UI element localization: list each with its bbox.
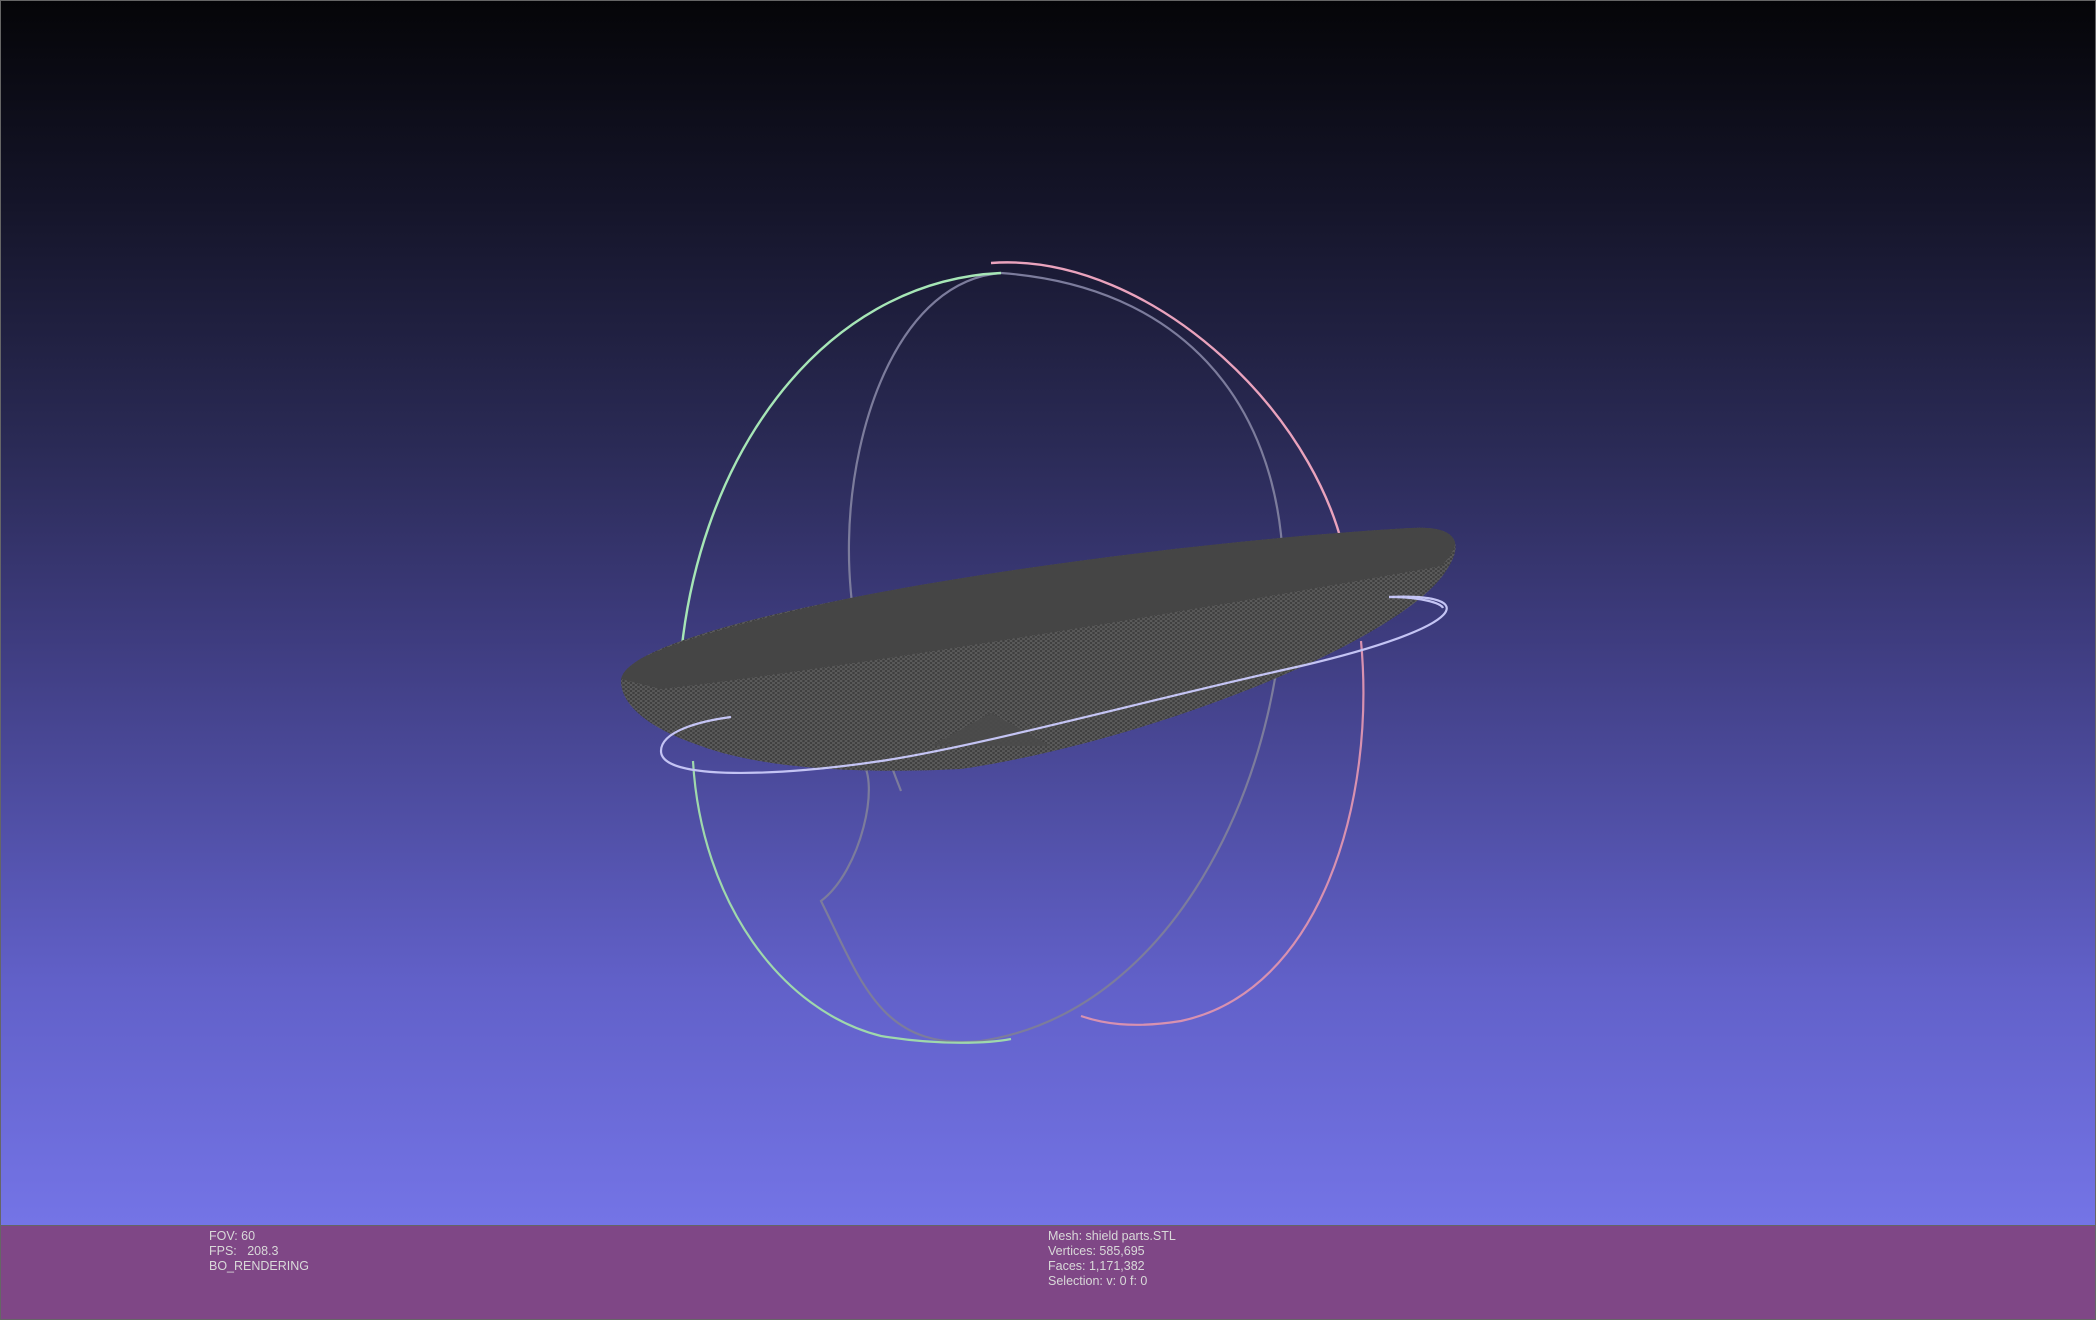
3d-viewport[interactable]: [0, 0, 2096, 1225]
faces-label: Faces: 1,171,382: [1048, 1259, 1145, 1273]
3d-scene[interactable]: [1, 1, 2096, 1226]
mesh-name-label: Mesh: shield parts.STL: [1048, 1229, 1176, 1243]
mesh-info: Mesh: shield parts.STL Vertices: 585,695…: [1048, 1229, 1176, 1289]
fov-label: FOV: 60: [209, 1229, 256, 1243]
render-info: FOV: 60 FPS: 208.3 BO_RENDERING: [209, 1229, 309, 1274]
info-bar: FOV: 60 FPS: 208.3 BO_RENDERING Mesh: sh…: [0, 1225, 2096, 1320]
selection-label: Selection: v: 0 f: 0: [1048, 1274, 1148, 1288]
mesh-model[interactable]: [613, 523, 1456, 771]
vertices-label: Vertices: 585,695: [1048, 1244, 1145, 1258]
fps-label: FPS: 208.3: [209, 1244, 279, 1258]
render-mode-label: BO_RENDERING: [209, 1259, 310, 1273]
